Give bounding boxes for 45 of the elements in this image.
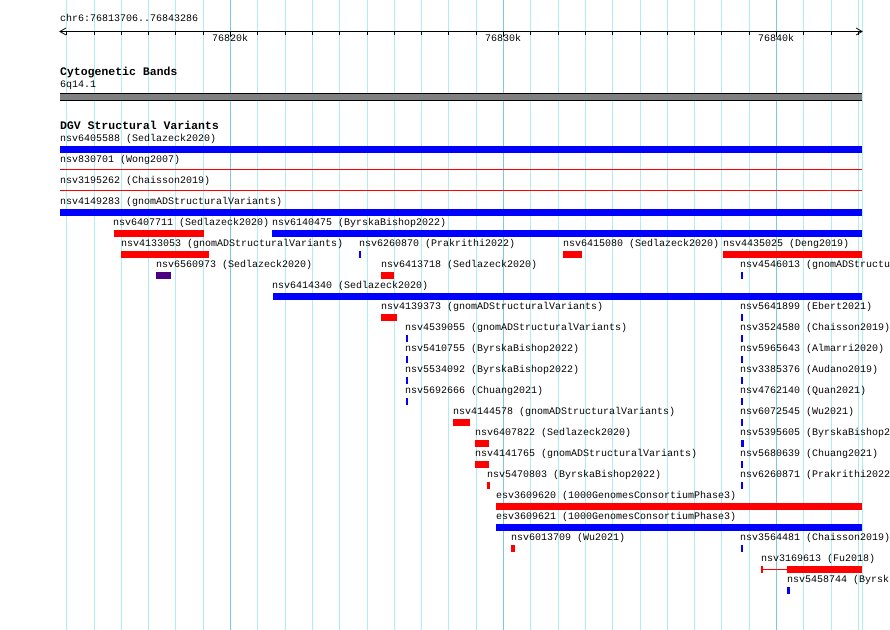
scale-label: 76840k xyxy=(758,34,794,45)
feature-label: nsv5680639 (Chuang2021) xyxy=(740,449,878,460)
feature-label: nsv6407711 (Sedlazeck2020) xyxy=(113,218,270,229)
cytoband-label: 6q14.1 xyxy=(60,80,96,91)
feature-label: nsv6415080 (Sedlazeck2020) xyxy=(563,239,720,250)
feature-label: esv3609620 (1000GenomesConsortiumPhase3) xyxy=(496,491,736,502)
feature-label: nsv6413718 (Sedlazeck2020) xyxy=(381,260,538,271)
feature-label: nsv5534092 (ByrskaBishop2022) xyxy=(405,365,580,376)
feature-label: nsv4539055 (gnomADStructuralVariants) xyxy=(405,323,628,334)
feature-label: nsv6140475 (ByrskaBishop2022) xyxy=(272,218,446,229)
feature-label: nsv4546013 (gnomADStructu xyxy=(740,260,890,271)
feature-label: nsv4762140 (Quan2021) xyxy=(740,386,866,397)
feature-label: nsv830701 (Wong2007) xyxy=(60,155,180,166)
feature-label: nsv6072545 (Wu2021) xyxy=(740,407,854,418)
track-title: DGV Structural Variants xyxy=(60,121,219,133)
track-title: Cytogenetic Bands xyxy=(60,67,178,79)
feature-label: nsv4144578 (gnomADStructuralVariants) xyxy=(453,407,676,418)
feature-label: nsv3195262 (Chaisson2019) xyxy=(60,176,210,187)
feature-label: nsv5458744 (Byrsk xyxy=(787,575,890,586)
feature-label: nsv5692666 (Chuang2021) xyxy=(405,386,544,397)
feature-label: nsv3524580 (Chaisson2019) xyxy=(740,323,890,334)
feature-label: nsv6414340 (Sedlazeck2020) xyxy=(272,281,428,292)
feature-label: nsv6405588 (Sedlazeck2020) xyxy=(60,134,216,145)
feature-label: nsv3169613 (Fu2018) xyxy=(761,554,876,565)
feature-label: nsv4435025 (Deng2019) xyxy=(723,239,850,250)
feature-label: nsv5965643 (Almarri2020) xyxy=(740,344,884,355)
feature-label: nsv5641899 (Ebert2021) xyxy=(740,302,872,313)
feature-label: nsv6260871 (Prakrithi2022 xyxy=(740,470,890,481)
locus-label: chr6:76813706..76843286 xyxy=(60,14,198,25)
feature-label: nsv6407822 (Sedlazeck2020) xyxy=(475,428,632,439)
feature-label: nsv3564481 (Chaisson2019) xyxy=(740,533,890,544)
scale-label: 76820k xyxy=(212,34,248,45)
feature-label: esv3609621 (1000GenomesConsortiumPhase3) xyxy=(496,512,736,523)
feature-label: nsv3385376 (Audano2019) xyxy=(740,365,878,376)
scale-label: 76830k xyxy=(485,34,521,45)
feature-label: nsv5470803 (ByrskaBishop2022) xyxy=(487,470,662,481)
feature-label: nsv4141765 (gnomADStructuralVariants) xyxy=(475,449,698,460)
feature-label: nsv6260870 (Prakrithi2022) xyxy=(359,239,516,250)
feature-label: nsv4133053 (gnomADStructuralVariants) xyxy=(121,239,344,250)
feature-label: nsv5395605 (ByrskaBishop2 xyxy=(740,428,890,439)
feature-label: nsv4139373 (gnomADStructuralVariants) xyxy=(381,302,604,313)
feature-label: nsv5410755 (ByrskaBishop2022) xyxy=(405,344,580,355)
feature-label: nsv6560973 (Sedlazeck2020) xyxy=(156,260,312,271)
feature-label: nsv4149283 (gnomADStructuralVariants) xyxy=(60,197,282,208)
feature-label: nsv6013709 (Wu2021) xyxy=(511,533,626,544)
